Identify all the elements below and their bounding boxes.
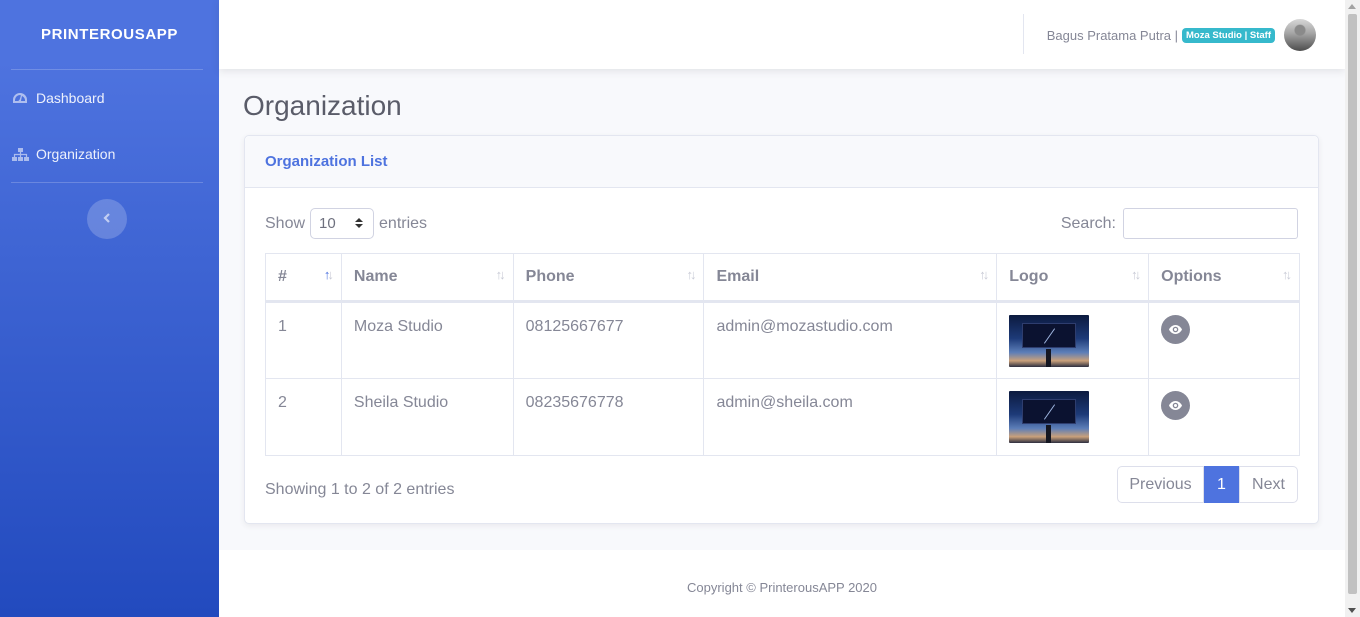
sidebar: PRINTEROUSAPP Dashboard Organization xyxy=(0,0,219,617)
sort-icon: ↑↓ xyxy=(686,267,696,282)
topbar-divider xyxy=(1023,14,1024,54)
eye-icon xyxy=(1169,397,1183,415)
eye-icon xyxy=(1169,321,1183,339)
show-label: Show xyxy=(265,214,306,232)
table-info: Showing 1 to 2 of 2 entries xyxy=(265,481,455,498)
select-caret-icon xyxy=(355,218,364,228)
entries-length-control: Show 10 entries xyxy=(265,208,427,239)
cell-email: admin@mozastudio.com xyxy=(703,301,998,379)
avatar[interactable] xyxy=(1284,19,1316,51)
search-label: Search: xyxy=(1060,214,1116,232)
next-page-button[interactable]: Next xyxy=(1239,466,1298,503)
column-header-email[interactable]: Email ↑↓ xyxy=(703,253,998,303)
scroll-down-arrow-icon[interactable] xyxy=(1348,608,1356,613)
search-control: Search: xyxy=(1061,208,1298,239)
page-title: Organization xyxy=(243,90,402,121)
topbar: Bagus Pratama Putra | Moza Studio | Staf… xyxy=(219,0,1345,69)
column-header-number[interactable]: # ↑↓ xyxy=(265,253,342,303)
cell-phone: 08125667677 xyxy=(512,301,705,379)
sitemap-icon xyxy=(11,147,29,161)
cell-options xyxy=(1148,378,1300,456)
sidebar-item-label: Dashboard xyxy=(36,90,105,106)
cell-logo xyxy=(996,301,1150,379)
view-button[interactable] xyxy=(1161,315,1191,344)
entries-label: entries xyxy=(379,214,428,232)
chevron-left-icon xyxy=(103,210,111,228)
page-1-button[interactable]: 1 xyxy=(1204,466,1239,503)
table-row: 1 Moza Studio 08125667677 admin@mozastud… xyxy=(265,301,1300,379)
column-header-options[interactable]: Options ↑↓ xyxy=(1148,253,1300,303)
sidebar-item-dashboard[interactable]: Dashboard xyxy=(0,70,219,126)
table-row: 2 Sheila Studio 08235676778 admin@sheila… xyxy=(265,378,1300,456)
user-name: Bagus Pratama Putra | xyxy=(1046,27,1178,43)
cell-name: Moza Studio xyxy=(340,301,514,379)
previous-page-button[interactable]: Previous xyxy=(1117,466,1204,503)
sort-icon: ↑↓ xyxy=(495,267,506,282)
organization-table: # ↑↓ Name ↑↓ Phone ↑↓ Email ↑↓ Logo ↑↓ Option… xyxy=(265,253,1300,456)
sort-icon: ↑↓ xyxy=(1282,267,1292,282)
footer: Copyright © PrinterousAPP 2020 xyxy=(219,550,1345,617)
role-badge: Moza Studio | Staff xyxy=(1182,27,1275,43)
view-button[interactable] xyxy=(1161,391,1191,420)
user-dropdown[interactable]: Bagus Pratama Putra | Moza Studio | Staf… xyxy=(1047,17,1316,53)
tachometer-icon xyxy=(11,91,29,105)
search-input[interactable] xyxy=(1123,208,1298,239)
sidebar-divider xyxy=(11,182,203,183)
cell-logo xyxy=(996,378,1150,456)
cell-phone: 08235676778 xyxy=(512,378,705,456)
organization-logo-image xyxy=(1009,391,1090,443)
column-header-phone[interactable]: Phone ↑↓ xyxy=(512,253,705,303)
sidebar-item-organization[interactable]: Organization xyxy=(0,126,219,182)
cell-email: admin@sheila.com xyxy=(703,378,998,456)
sort-asc-icon: ↑↓ xyxy=(323,267,334,282)
column-header-logo[interactable]: Logo ↑↓ xyxy=(996,253,1150,303)
entries-select-value: 10 xyxy=(319,215,336,232)
sort-icon: ↑↓ xyxy=(1131,267,1141,282)
entries-select[interactable]: 10 xyxy=(310,208,375,239)
cell-number: 1 xyxy=(265,301,342,379)
organization-logo-image xyxy=(1009,315,1090,367)
sidebar-item-label: Organization xyxy=(36,146,116,162)
scroll-up-arrow-icon[interactable] xyxy=(1348,4,1356,9)
copyright-text: Copyright © PrinterousAPP 2020 xyxy=(687,580,877,595)
card-title: Organization List xyxy=(245,136,1318,188)
brand-logo-text[interactable]: PRINTEROUSAPP xyxy=(0,0,219,69)
organization-card: Organization List Show 10 entries Search… xyxy=(244,135,1319,524)
cell-number: 2 xyxy=(265,378,342,456)
cell-options xyxy=(1148,301,1300,379)
sort-icon: ↑↓ xyxy=(979,267,989,282)
column-header-name[interactable]: Name ↑↓ xyxy=(340,253,514,303)
cell-name: Sheila Studio xyxy=(340,378,514,456)
sidebar-toggle-button[interactable] xyxy=(87,199,127,239)
page-scrollbar[interactable] xyxy=(1345,0,1360,617)
table-header-row: # ↑↓ Name ↑↓ Phone ↑↓ Email ↑↓ Logo ↑↓ Option… xyxy=(265,253,1300,303)
scrollbar-thumb[interactable] xyxy=(1348,14,1357,594)
pagination: Previous 1 Next xyxy=(1117,466,1298,503)
